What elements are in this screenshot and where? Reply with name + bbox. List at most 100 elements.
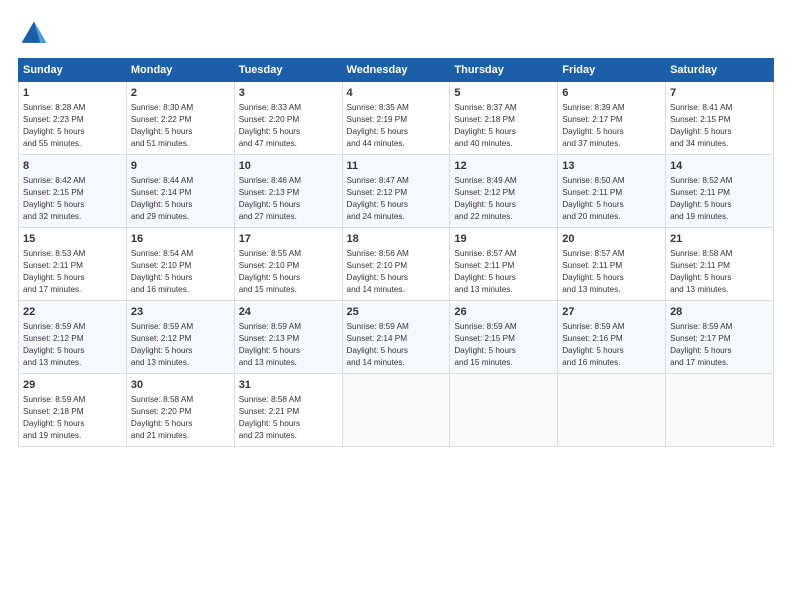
day-info: Sunrise: 8:58 AMSunset: 2:21 PMDaylight:…	[239, 394, 338, 442]
day-number: 6	[562, 86, 661, 101]
day-cell: 6Sunrise: 8:39 AMSunset: 2:17 PMDaylight…	[558, 82, 666, 155]
header-cell-thursday: Thursday	[450, 59, 558, 82]
header-cell-sunday: Sunday	[19, 59, 127, 82]
day-cell: 4Sunrise: 8:35 AMSunset: 2:19 PMDaylight…	[342, 82, 450, 155]
week-row-2: 15Sunrise: 8:53 AMSunset: 2:11 PMDayligh…	[19, 227, 774, 300]
day-cell: 25Sunrise: 8:59 AMSunset: 2:14 PMDayligh…	[342, 300, 450, 373]
day-cell: 29Sunrise: 8:59 AMSunset: 2:18 PMDayligh…	[19, 373, 127, 446]
day-info: Sunrise: 8:42 AMSunset: 2:15 PMDaylight:…	[23, 175, 122, 223]
day-info: Sunrise: 8:47 AMSunset: 2:12 PMDaylight:…	[347, 175, 446, 223]
day-cell: 11Sunrise: 8:47 AMSunset: 2:12 PMDayligh…	[342, 154, 450, 227]
day-number: 8	[23, 159, 122, 174]
day-number: 13	[562, 159, 661, 174]
logo	[18, 18, 54, 50]
day-cell: 30Sunrise: 8:58 AMSunset: 2:20 PMDayligh…	[126, 373, 234, 446]
header-cell-tuesday: Tuesday	[234, 59, 342, 82]
calendar-table: SundayMondayTuesdayWednesdayThursdayFrid…	[18, 58, 774, 447]
day-number: 26	[454, 305, 553, 320]
header-cell-wednesday: Wednesday	[342, 59, 450, 82]
day-info: Sunrise: 8:52 AMSunset: 2:11 PMDaylight:…	[670, 175, 769, 223]
day-info: Sunrise: 8:33 AMSunset: 2:20 PMDaylight:…	[239, 102, 338, 150]
day-info: Sunrise: 8:59 AMSunset: 2:18 PMDaylight:…	[23, 394, 122, 442]
header-cell-friday: Friday	[558, 59, 666, 82]
day-cell	[450, 373, 558, 446]
day-info: Sunrise: 8:39 AMSunset: 2:17 PMDaylight:…	[562, 102, 661, 150]
day-number: 28	[670, 305, 769, 320]
day-info: Sunrise: 8:59 AMSunset: 2:12 PMDaylight:…	[23, 321, 122, 369]
day-number: 2	[131, 86, 230, 101]
day-info: Sunrise: 8:30 AMSunset: 2:22 PMDaylight:…	[131, 102, 230, 150]
day-cell: 20Sunrise: 8:57 AMSunset: 2:11 PMDayligh…	[558, 227, 666, 300]
day-cell	[666, 373, 774, 446]
day-number: 20	[562, 232, 661, 247]
day-info: Sunrise: 8:55 AMSunset: 2:10 PMDaylight:…	[239, 248, 338, 296]
day-number: 23	[131, 305, 230, 320]
day-info: Sunrise: 8:59 AMSunset: 2:16 PMDaylight:…	[562, 321, 661, 369]
day-cell: 23Sunrise: 8:59 AMSunset: 2:12 PMDayligh…	[126, 300, 234, 373]
day-number: 19	[454, 232, 553, 247]
day-cell: 24Sunrise: 8:59 AMSunset: 2:13 PMDayligh…	[234, 300, 342, 373]
week-row-4: 29Sunrise: 8:59 AMSunset: 2:18 PMDayligh…	[19, 373, 774, 446]
day-number: 31	[239, 378, 338, 393]
day-number: 17	[239, 232, 338, 247]
day-cell: 13Sunrise: 8:50 AMSunset: 2:11 PMDayligh…	[558, 154, 666, 227]
day-cell	[558, 373, 666, 446]
day-number: 9	[131, 159, 230, 174]
day-cell: 17Sunrise: 8:55 AMSunset: 2:10 PMDayligh…	[234, 227, 342, 300]
header-cell-monday: Monday	[126, 59, 234, 82]
week-row-0: 1Sunrise: 8:28 AMSunset: 2:23 PMDaylight…	[19, 82, 774, 155]
day-number: 12	[454, 159, 553, 174]
day-cell: 16Sunrise: 8:54 AMSunset: 2:10 PMDayligh…	[126, 227, 234, 300]
day-cell: 10Sunrise: 8:46 AMSunset: 2:13 PMDayligh…	[234, 154, 342, 227]
day-number: 24	[239, 305, 338, 320]
day-number: 16	[131, 232, 230, 247]
day-number: 14	[670, 159, 769, 174]
day-info: Sunrise: 8:58 AMSunset: 2:11 PMDaylight:…	[670, 248, 769, 296]
page: SundayMondayTuesdayWednesdayThursdayFrid…	[0, 0, 792, 612]
day-number: 1	[23, 86, 122, 101]
header	[18, 18, 774, 50]
day-cell: 28Sunrise: 8:59 AMSunset: 2:17 PMDayligh…	[666, 300, 774, 373]
day-info: Sunrise: 8:35 AMSunset: 2:19 PMDaylight:…	[347, 102, 446, 150]
day-number: 30	[131, 378, 230, 393]
day-info: Sunrise: 8:57 AMSunset: 2:11 PMDaylight:…	[562, 248, 661, 296]
day-info: Sunrise: 8:56 AMSunset: 2:10 PMDaylight:…	[347, 248, 446, 296]
day-cell: 7Sunrise: 8:41 AMSunset: 2:15 PMDaylight…	[666, 82, 774, 155]
day-cell: 14Sunrise: 8:52 AMSunset: 2:11 PMDayligh…	[666, 154, 774, 227]
day-cell: 9Sunrise: 8:44 AMSunset: 2:14 PMDaylight…	[126, 154, 234, 227]
day-info: Sunrise: 8:41 AMSunset: 2:15 PMDaylight:…	[670, 102, 769, 150]
day-number: 21	[670, 232, 769, 247]
day-number: 5	[454, 86, 553, 101]
day-cell: 12Sunrise: 8:49 AMSunset: 2:12 PMDayligh…	[450, 154, 558, 227]
day-number: 7	[670, 86, 769, 101]
day-cell: 21Sunrise: 8:58 AMSunset: 2:11 PMDayligh…	[666, 227, 774, 300]
day-cell: 19Sunrise: 8:57 AMSunset: 2:11 PMDayligh…	[450, 227, 558, 300]
day-number: 3	[239, 86, 338, 101]
day-info: Sunrise: 8:59 AMSunset: 2:15 PMDaylight:…	[454, 321, 553, 369]
week-row-1: 8Sunrise: 8:42 AMSunset: 2:15 PMDaylight…	[19, 154, 774, 227]
day-number: 29	[23, 378, 122, 393]
day-cell: 5Sunrise: 8:37 AMSunset: 2:18 PMDaylight…	[450, 82, 558, 155]
day-cell: 22Sunrise: 8:59 AMSunset: 2:12 PMDayligh…	[19, 300, 127, 373]
day-cell: 27Sunrise: 8:59 AMSunset: 2:16 PMDayligh…	[558, 300, 666, 373]
day-info: Sunrise: 8:53 AMSunset: 2:11 PMDaylight:…	[23, 248, 122, 296]
day-info: Sunrise: 8:59 AMSunset: 2:13 PMDaylight:…	[239, 321, 338, 369]
header-cell-saturday: Saturday	[666, 59, 774, 82]
day-info: Sunrise: 8:44 AMSunset: 2:14 PMDaylight:…	[131, 175, 230, 223]
day-info: Sunrise: 8:54 AMSunset: 2:10 PMDaylight:…	[131, 248, 230, 296]
day-number: 18	[347, 232, 446, 247]
day-cell: 8Sunrise: 8:42 AMSunset: 2:15 PMDaylight…	[19, 154, 127, 227]
day-info: Sunrise: 8:46 AMSunset: 2:13 PMDaylight:…	[239, 175, 338, 223]
day-info: Sunrise: 8:37 AMSunset: 2:18 PMDaylight:…	[454, 102, 553, 150]
day-number: 4	[347, 86, 446, 101]
day-info: Sunrise: 8:57 AMSunset: 2:11 PMDaylight:…	[454, 248, 553, 296]
logo-icon	[18, 18, 50, 50]
week-row-3: 22Sunrise: 8:59 AMSunset: 2:12 PMDayligh…	[19, 300, 774, 373]
day-cell: 18Sunrise: 8:56 AMSunset: 2:10 PMDayligh…	[342, 227, 450, 300]
day-number: 25	[347, 305, 446, 320]
day-info: Sunrise: 8:59 AMSunset: 2:12 PMDaylight:…	[131, 321, 230, 369]
header-row: SundayMondayTuesdayWednesdayThursdayFrid…	[19, 59, 774, 82]
day-info: Sunrise: 8:50 AMSunset: 2:11 PMDaylight:…	[562, 175, 661, 223]
day-number: 22	[23, 305, 122, 320]
day-number: 27	[562, 305, 661, 320]
